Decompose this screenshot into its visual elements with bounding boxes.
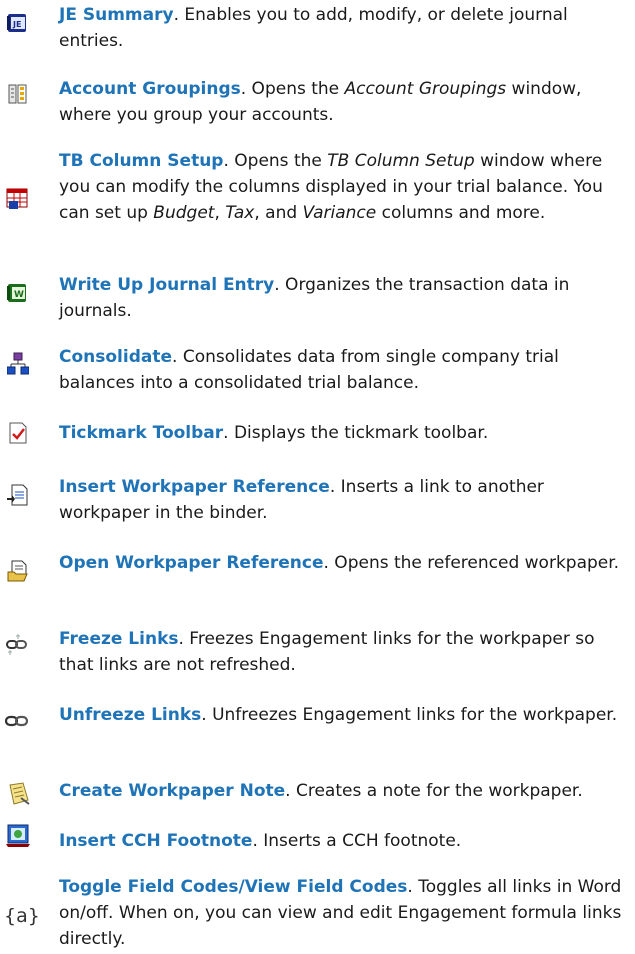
svg-text:{a}: {a} xyxy=(4,905,38,927)
entry-text: Open Workpaper Reference. Opens the refe… xyxy=(59,550,629,576)
tb-column-setup-link[interactable]: TB Column Setup xyxy=(59,151,223,171)
entry-text: Freeze Links. Freezes Engagement links f… xyxy=(59,626,629,678)
tickmark-toolbar-link[interactable]: Tickmark Toolbar xyxy=(59,423,223,443)
entry-text: Toggle Field Codes/View Field Codes. Tog… xyxy=(59,874,629,952)
account-groupings-icon xyxy=(8,84,48,104)
entry-text: Account Groupings. Opens the Account Gro… xyxy=(59,76,629,128)
consolidate-link[interactable]: Consolidate xyxy=(59,347,172,367)
freeze-links-icon xyxy=(5,634,45,656)
open-workpaper-reference-link[interactable]: Open Workpaper Reference xyxy=(59,553,324,573)
entry-text: Consolidate. Consolidates data from sing… xyxy=(59,344,629,396)
svg-text:JE: JE xyxy=(12,20,21,29)
entry-text: Unfreeze Links. Unfreezes Engagement lin… xyxy=(59,702,629,728)
tickmark-toolbar-icon xyxy=(8,422,48,444)
je-summary-icon: JE xyxy=(6,12,46,34)
freeze-links-link[interactable]: Freeze Links xyxy=(59,629,179,649)
insert-workpaper-reference-link[interactable]: Insert Workpaper Reference xyxy=(59,477,330,497)
entry-text: Tickmark Toolbar. Displays the tickmark … xyxy=(59,420,629,446)
create-workpaper-note-link[interactable]: Create Workpaper Note xyxy=(59,781,285,801)
svg-text:W: W xyxy=(14,290,24,300)
je-summary-link[interactable]: JE Summary xyxy=(59,5,174,25)
toggle-field-codes-icon: {a} xyxy=(4,905,44,927)
entry-text: Insert CCH Footnote. Inserts a CCH footn… xyxy=(59,828,629,854)
account-groupings-link[interactable]: Account Groupings xyxy=(59,79,241,99)
entry-text: Insert Workpaper Reference. Inserts a li… xyxy=(59,474,629,526)
open-workpaper-reference-icon xyxy=(7,560,47,582)
entry-text: Write Up Journal Entry. Organizes the tr… xyxy=(59,272,629,324)
entry-text: JE Summary. Enables you to add, modify, … xyxy=(59,2,629,54)
write-up-journal-entry-icon: W xyxy=(6,282,46,304)
entry-desc: . Creates a note for the workpaper. xyxy=(285,781,583,801)
entry-desc: . Unfreezes Engagement links for the wor… xyxy=(201,705,618,725)
tb-column-setup-icon xyxy=(6,188,46,210)
insert-workpaper-reference-icon xyxy=(7,484,47,506)
toggle-field-codes-link[interactable]: Toggle Field Codes/View Field Codes xyxy=(59,877,407,897)
create-workpaper-note-icon xyxy=(7,782,47,806)
consolidate-icon xyxy=(7,352,47,376)
entry-desc: . Inserts a CCH footnote. xyxy=(252,831,462,851)
insert-cch-footnote-link[interactable]: Insert CCH Footnote xyxy=(59,831,252,851)
entry-text: Create Workpaper Note. Creates a note fo… xyxy=(59,778,629,804)
insert-cch-footnote-icon xyxy=(5,824,45,848)
entry-text: TB Column Setup. Opens the TB Column Set… xyxy=(59,148,629,226)
unfreeze-links-icon xyxy=(5,714,45,728)
entry-desc: . Displays the tickmark toolbar. xyxy=(223,423,489,443)
write-up-journal-entry-link[interactable]: Write Up Journal Entry xyxy=(59,275,274,295)
unfreeze-links-link[interactable]: Unfreeze Links xyxy=(59,705,201,725)
entry-desc: . Opens the referenced workpaper. xyxy=(323,553,620,573)
